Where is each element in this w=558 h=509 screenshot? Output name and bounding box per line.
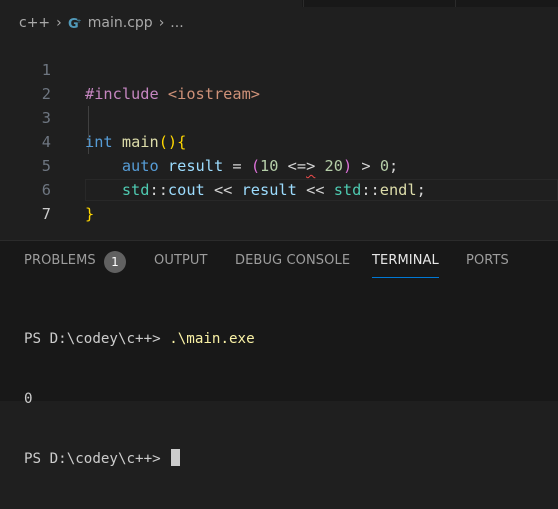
breadcrumb-folder[interactable]: c++ [19, 15, 50, 31]
tab-ports[interactable]: PORTS [466, 253, 509, 268]
terminal-prompt: PS D:\codey\c++> [24, 451, 170, 467]
code-line[interactable]: 2 [0, 58, 558, 103]
bottom-panel: PROBLEMS 1 OUTPUT DEBUG CONSOLE TERMINAL… [0, 240, 558, 467]
terminal-line: PS D:\codey\c++> [24, 449, 255, 469]
chevron-right-icon: › [56, 15, 62, 31]
tab-bar-edge [0, 0, 558, 7]
code-line[interactable]: 1 #include <iostream> [0, 34, 558, 103]
terminal-prompt: PS D:\codey\c++> [24, 331, 170, 347]
code-token-brace: } [85, 205, 95, 223]
code-line[interactable]: 6 } [0, 154, 558, 223]
tab-debug-console[interactable]: DEBUG CONSOLE [235, 253, 350, 268]
chevron-right-icon: › [158, 15, 165, 31]
active-editor-tab-edge[interactable] [0, 0, 302, 7]
cpp-file-icon: G + [68, 17, 82, 30]
code-line-current[interactable]: 7 [0, 178, 558, 223]
terminal-command: .\main.exe [169, 331, 255, 347]
problems-count-badge: 1 [104, 251, 126, 273]
breadcrumb: c++ › G + main.cpp › ... [19, 13, 184, 33]
code-line[interactable]: 3 int main(){ [0, 82, 558, 151]
svg-text:+: + [76, 18, 81, 25]
tab-terminal[interactable]: TERMINAL [372, 253, 439, 278]
breadcrumb-file[interactable]: main.cpp [88, 15, 153, 31]
terminal-output[interactable]: PS D:\codey\c++> .\main.exe 0 PS D:\code… [24, 289, 255, 509]
terminal-cursor[interactable] [171, 449, 181, 466]
breadcrumb-more[interactable]: ... [170, 15, 183, 31]
terminal-program-output: 0 [24, 391, 33, 407]
panel-tabs: PROBLEMS 1 OUTPUT DEBUG CONSOLE TERMINAL… [0, 241, 558, 281]
editor-tab-edge[interactable] [303, 0, 456, 7]
line-number-active: 7 [41, 205, 51, 223]
code-line[interactable]: 5 std::cout << result << std::endl; [0, 130, 558, 199]
terminal-line: PS D:\codey\c++> .\main.exe [24, 329, 255, 349]
tab-output[interactable]: OUTPUT [154, 253, 208, 268]
code-editor[interactable]: 1 #include <iostream> 2 3 int main(){ 4 … [0, 34, 558, 240]
tab-problems[interactable]: PROBLEMS [24, 253, 96, 268]
code-line[interactable]: 4 auto result = (10 <=> 20) > 0; [0, 106, 558, 175]
terminal-line: 0 [24, 389, 255, 409]
